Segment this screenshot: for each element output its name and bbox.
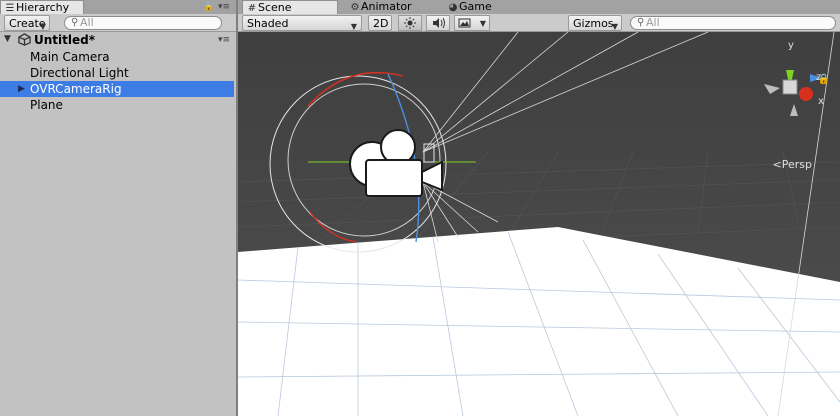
tab-animator[interactable]: ⚙ Animator <box>346 0 432 14</box>
search-icon: ⚲ <box>71 17 79 28</box>
scene-root-row[interactable]: ▼ Untitled* ▾≡ <box>0 32 236 48</box>
chevron-down-icon: ▼ <box>479 19 486 28</box>
scene-toolbar: Shaded ▼ 2D ▼ Gizmos ▼ ⚲ All <box>238 14 840 32</box>
tab-game[interactable]: ◕ Game <box>444 0 514 14</box>
shading-mode-dropdown[interactable]: Shaded ▼ <box>242 15 362 31</box>
lock-icon[interactable]: 🔒 <box>203 2 214 12</box>
speaker-icon <box>433 17 445 29</box>
y-axis-label: y <box>788 40 794 51</box>
view-lock-icon[interactable]: 🔒 <box>818 74 830 85</box>
create-button[interactable]: Create ▼ <box>4 15 50 31</box>
hierarchy-tabbar: ☰ Hierarchy 🔒 ▾≡ <box>0 0 236 14</box>
2d-toggle-button[interactable]: 2D <box>368 15 392 31</box>
search-icon: ⚲ <box>637 17 645 28</box>
persp-arrow-icon: < <box>772 158 782 171</box>
hierarchy-item-main-camera[interactable]: Main Camera <box>0 49 234 65</box>
scene-menu-icon[interactable]: ▾≡ <box>218 35 230 45</box>
unity-scene-icon <box>18 33 31 46</box>
sun-icon <box>404 17 416 29</box>
scene-search-input[interactable]: ⚲ All <box>630 16 836 30</box>
hierarchy-panel: ☰ Hierarchy 🔒 ▾≡ Create ▼ ⚲ All ▼ Untitled… <box>0 0 236 416</box>
image-effects-icon <box>458 18 471 28</box>
panel-menu-icon[interactable]: ▾≡ <box>218 2 230 12</box>
scene-audio-toggle[interactable] <box>426 15 450 31</box>
tab-hierarchy[interactable]: ☰ Hierarchy <box>0 0 84 14</box>
hierarchy-item-ovrcamerarig[interactable]: ▶ OVRCameraRig <box>0 81 234 97</box>
hierarchy-item-directional-light[interactable]: Directional Light <box>0 65 234 81</box>
fold-down-icon[interactable]: ▼ <box>4 34 11 44</box>
scene-tabbar: # Scene ⚙ Animator ◕ Game <box>238 0 840 14</box>
scene-effects-dropdown[interactable]: ▼ <box>454 15 490 31</box>
animator-icon: ⚙ <box>350 2 360 13</box>
scene-name: Untitled* <box>34 33 95 47</box>
hierarchy-search-input[interactable]: ⚲ All <box>64 16 222 30</box>
scene-panel: # Scene ⚙ Animator ◕ Game Shaded ▼ 2D ▼ … <box>238 0 840 416</box>
scene-render: y z x <box>238 32 840 416</box>
scene-lighting-toggle[interactable] <box>398 15 422 31</box>
x-axis-label: x <box>818 96 824 107</box>
scene-viewport[interactable]: y z x 🔒 <Persp <box>238 32 840 416</box>
gizmos-dropdown[interactable]: Gizmos ▼ <box>568 15 622 31</box>
projection-toggle[interactable]: <Persp <box>773 158 812 171</box>
tab-scene[interactable]: # Scene <box>242 0 338 14</box>
expand-arrow-icon[interactable]: ▶ <box>18 81 25 97</box>
hierarchy-item-plane[interactable]: Plane <box>0 97 234 113</box>
hierarchy-toolbar: Create ▼ ⚲ All <box>0 14 236 32</box>
game-icon: ◕ <box>448 2 458 13</box>
